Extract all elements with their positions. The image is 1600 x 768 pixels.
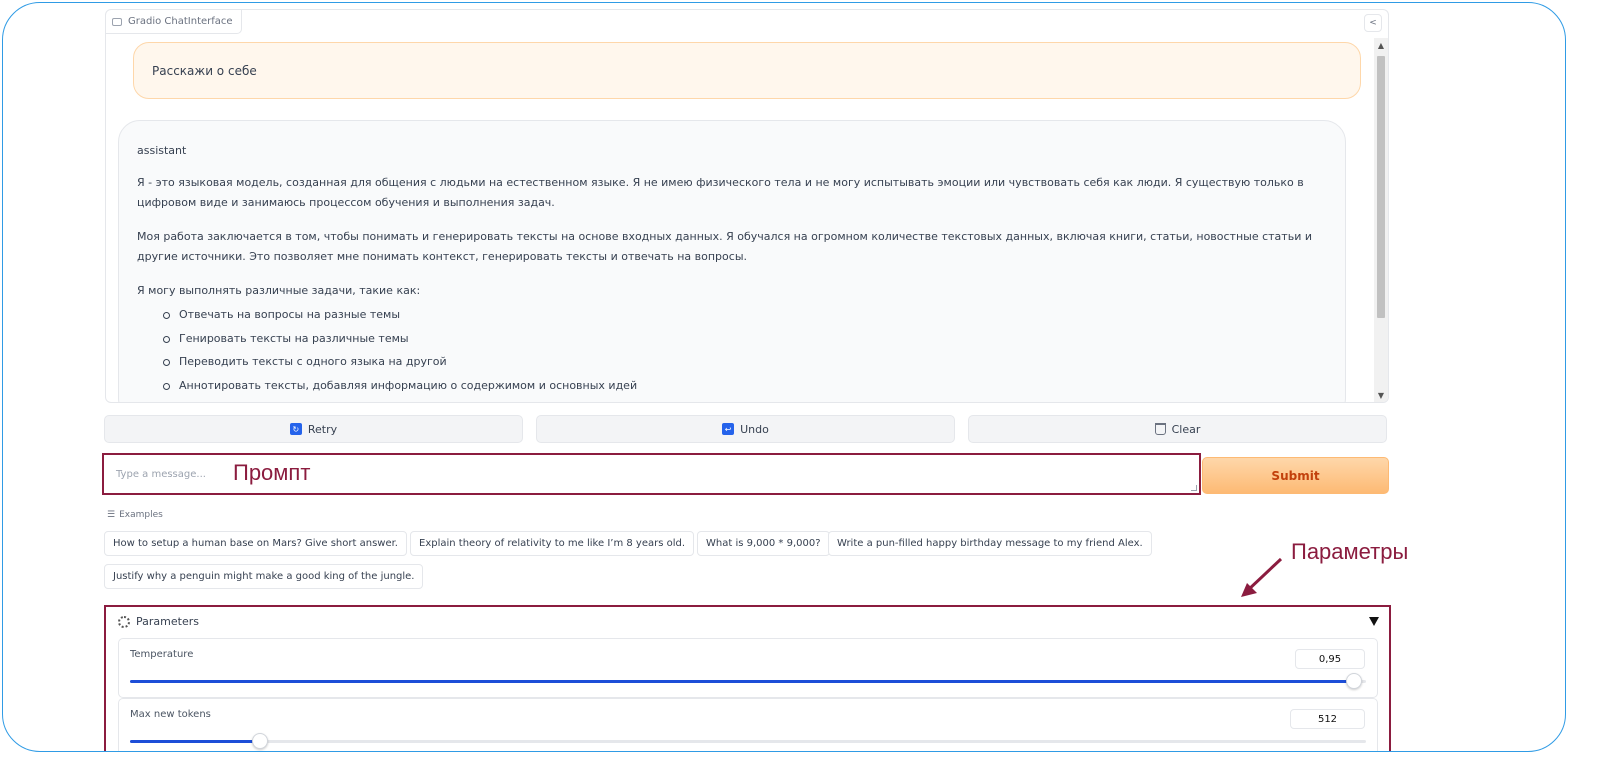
- list-item: Генировать тексты на различные темы: [163, 327, 1327, 351]
- example-chip[interactable]: What is 9,000 * 9,000?: [697, 531, 830, 556]
- list-icon: ☰: [107, 510, 116, 520]
- share-button[interactable]: <: [1364, 14, 1382, 32]
- trash-icon: [1154, 423, 1166, 435]
- share-icon: <: [1369, 18, 1377, 28]
- screenshot-frame: Gradio ChatInterface < Расскажи о себе a…: [2, 2, 1566, 752]
- prompt-annotation: Промпт: [233, 460, 311, 485]
- clear-label: Clear: [1171, 422, 1201, 436]
- temperature-fill: [130, 680, 1354, 683]
- message-placeholder: Type a message...: [116, 468, 206, 480]
- temperature-thumb[interactable]: [1345, 673, 1362, 689]
- example-chip[interactable]: Justify why a penguin might make a good …: [104, 564, 424, 589]
- parameters-header[interactable]: Parameters: [118, 615, 199, 628]
- undo-label: Undo: [740, 422, 769, 436]
- resize-handle[interactable]: [1191, 485, 1197, 491]
- chatbot-panel: Gradio ChatInterface < Расскажи о себе a…: [105, 9, 1389, 403]
- assistant-list: Отвечать на вопросы на разные темы Генир…: [137, 303, 1327, 397]
- retry-button[interactable]: ↻ Retry: [104, 415, 523, 443]
- scroll-up-icon[interactable]: ▲: [1374, 38, 1388, 52]
- assistant-message: assistant Я - это языковая модель, созда…: [118, 120, 1346, 402]
- assistant-paragraph: Моя работа заключается в том, чтобы пони…: [137, 230, 1312, 263]
- examples-header: ☰ Examples: [107, 510, 163, 520]
- parameters-title: Parameters: [136, 615, 199, 628]
- retry-label: Retry: [307, 422, 338, 436]
- temperature-input[interactable]: 0,95: [1295, 649, 1365, 669]
- chat-icon: [112, 17, 122, 26]
- scroll-thumb[interactable]: [1377, 56, 1385, 318]
- max-tokens-row: Max new tokens 512: [118, 698, 1378, 751]
- temperature-label: Temperature: [130, 649, 194, 660]
- caret-down-icon[interactable]: [1369, 617, 1379, 626]
- retry-icon: ↻: [289, 423, 302, 435]
- block-label: Gradio ChatInterface: [106, 10, 242, 34]
- user-message-text: Расскажи о себе: [152, 64, 257, 78]
- example-chip[interactable]: How to setup a human base on Mars? Give …: [104, 531, 407, 556]
- temperature-slider[interactable]: [130, 673, 1366, 689]
- example-chip[interactable]: Write a pun-filled happy birthday messag…: [828, 531, 1152, 556]
- assistant-paragraph: Я - это языковая модель, созданная для о…: [137, 176, 1304, 209]
- user-message: Расскажи о себе: [133, 42, 1361, 99]
- max-tokens-fill: [130, 740, 260, 743]
- max-tokens-input[interactable]: 512: [1290, 709, 1365, 729]
- examples-label: Examples: [119, 510, 163, 520]
- block-label-text: Gradio ChatInterface: [128, 16, 233, 27]
- undo-icon: ↩: [722, 423, 735, 435]
- chat-scrollbar[interactable]: ▲ ▼: [1374, 38, 1388, 402]
- assistant-role: assistant: [137, 144, 187, 157]
- submit-button[interactable]: Submit: [1202, 457, 1389, 494]
- example-chip[interactable]: Explain theory of relativity to me like …: [410, 531, 695, 556]
- arrow-icon: [1241, 557, 1283, 597]
- assistant-paragraph: Я могу выполнять различные задачи, такие…: [137, 284, 421, 297]
- clear-button[interactable]: Clear: [968, 415, 1387, 443]
- params-annotation: Параметры: [1291, 539, 1409, 564]
- max-tokens-thumb[interactable]: [251, 733, 268, 749]
- list-item: Переводить тексты с одного языка на друг…: [163, 350, 1327, 374]
- scroll-down-icon[interactable]: ▼: [1374, 388, 1388, 402]
- parameters-accordion: Parameters Temperature 0,95 Max new toke…: [104, 605, 1391, 751]
- list-item: Отвечать на вопросы на разные темы: [163, 303, 1327, 327]
- temperature-row: Temperature 0,95: [118, 638, 1378, 698]
- max-tokens-slider[interactable]: [130, 733, 1366, 749]
- max-tokens-label: Max new tokens: [130, 709, 211, 720]
- gear-icon: [118, 615, 130, 628]
- undo-button[interactable]: ↩ Undo: [536, 415, 955, 443]
- list-item: Аннотировать тексты, добавляя информацию…: [163, 374, 1327, 398]
